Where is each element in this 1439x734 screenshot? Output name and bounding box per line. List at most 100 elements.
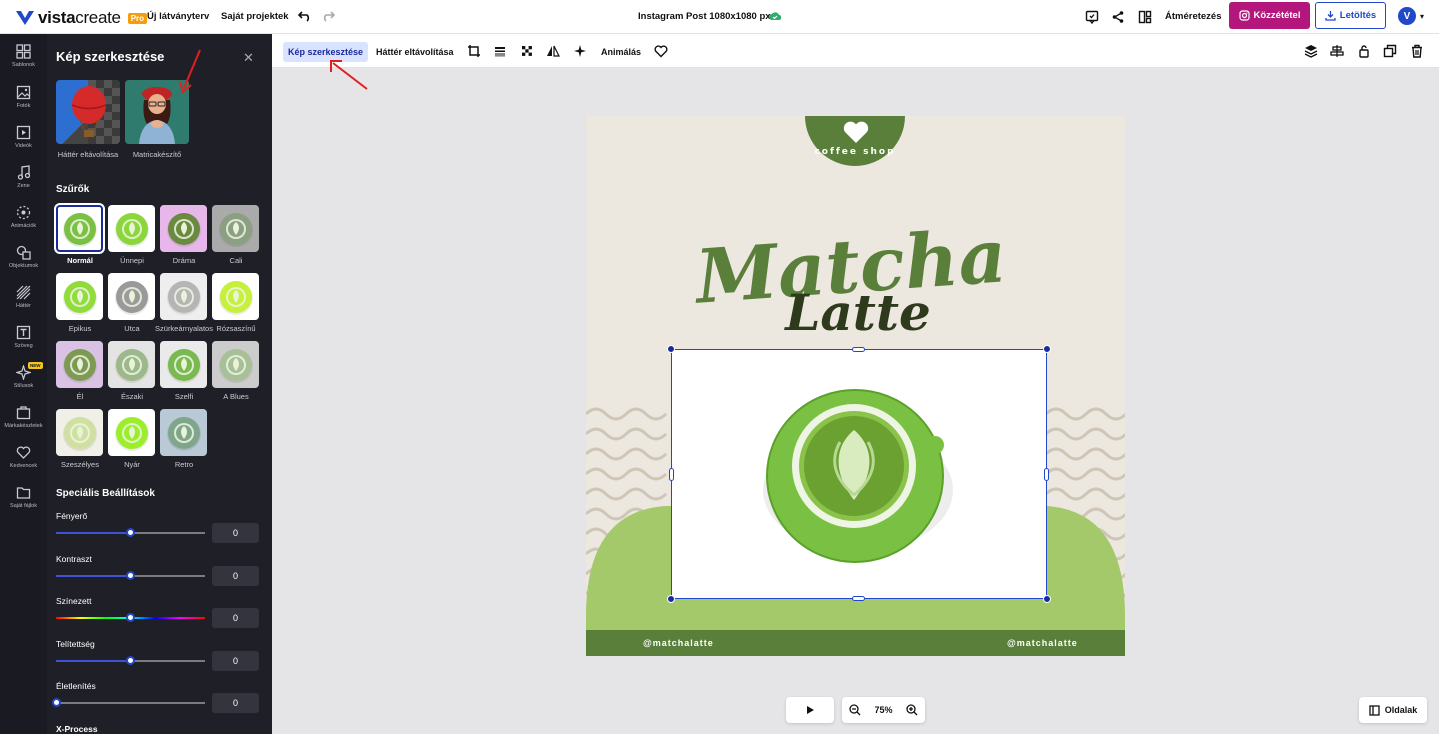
edit-image-button[interactable]: Kép szerkesztése <box>283 42 369 62</box>
filter-12[interactable] <box>56 409 103 456</box>
sticker-maker-tool[interactable] <box>125 80 189 144</box>
document-title[interactable]: Instagram Post 1080x1080 px <box>638 11 771 22</box>
slider-value-input[interactable]: 0 <box>212 523 259 543</box>
filter-10[interactable] <box>160 341 207 388</box>
filter-9[interactable] <box>108 341 155 388</box>
filter-5[interactable] <box>108 273 155 320</box>
slider-track[interactable] <box>51 698 205 707</box>
resize-handle-right[interactable] <box>1044 468 1049 481</box>
slider-value-input[interactable]: 0 <box>212 565 259 586</box>
left-rail: Sablonok Fotók Videók Zene Animációk Obj… <box>0 34 47 734</box>
filter-8[interactable] <box>56 341 103 388</box>
resize-handle-left[interactable] <box>669 468 674 481</box>
rail-item-background[interactable]: Háttér <box>0 285 47 309</box>
slider-thumb[interactable] <box>126 655 135 665</box>
rail-item-favorites[interactable]: Kedvencek <box>0 445 47 469</box>
rail-item-text[interactable]: Szöveg <box>0 325 47 349</box>
share-icon[interactable] <box>1110 9 1126 25</box>
rail-item-music[interactable]: Zene <box>0 165 47 189</box>
user-avatar[interactable]: V <box>1398 7 1416 25</box>
background-icon <box>16 285 31 300</box>
filter-0[interactable] <box>54 203 105 254</box>
download-button[interactable]: Letöltés <box>1315 2 1386 29</box>
slider-track[interactable] <box>56 655 205 665</box>
instagram-handle-left: @matchalatte <box>643 638 714 648</box>
lock-icon[interactable] <box>1357 44 1371 58</box>
edit-image-panel: Kép szerkesztése ✕ Háttér eltávolítása M… <box>47 34 272 734</box>
filter-11[interactable] <box>212 341 259 388</box>
rail-label: Stílusok <box>13 383 34 389</box>
resize-handle-top-left[interactable] <box>667 345 675 353</box>
align-icon[interactable] <box>1330 44 1344 58</box>
favorite-heart-icon[interactable] <box>654 44 668 58</box>
slider-track[interactable] <box>56 570 205 580</box>
slider-label: Életlenítés <box>56 681 96 691</box>
comment-icon[interactable] <box>1084 9 1100 25</box>
delete-icon[interactable] <box>1410 44 1424 58</box>
filter-4[interactable] <box>56 273 103 320</box>
pages-label: Oldalak <box>1384 705 1418 715</box>
close-icon[interactable]: ✕ <box>243 50 254 66</box>
crop-icon[interactable] <box>467 44 481 58</box>
zoom-level[interactable]: 75% <box>874 705 892 715</box>
slider-thumb[interactable] <box>126 613 135 622</box>
slider-value-input[interactable]: 0 <box>212 608 259 628</box>
rail-item-my-files[interactable]: Saját fájlok <box>0 485 47 509</box>
checkerboard-icon[interactable] <box>520 44 534 58</box>
slider-track[interactable] <box>56 528 205 537</box>
slider-value-input[interactable]: 0 <box>212 650 259 671</box>
resize-handle-bottom-left[interactable] <box>667 595 675 603</box>
animate-button[interactable]: Animálás <box>596 42 646 62</box>
resize-button[interactable]: Átméretezés <box>1165 11 1222 22</box>
rail-item-brand-kits[interactable]: Márkakészletek <box>0 405 47 429</box>
resize-handle-bottom-right[interactable] <box>1043 595 1051 603</box>
slider-thumb[interactable] <box>126 570 135 580</box>
rail-item-videos[interactable]: Videók <box>0 125 47 149</box>
zoom-out-icon[interactable] <box>849 704 861 716</box>
my-projects-link[interactable]: Saját projektek <box>221 11 289 22</box>
slider-fill <box>56 532 131 534</box>
transparency-lines-icon[interactable] <box>493 44 507 58</box>
filter-14[interactable] <box>160 409 207 456</box>
magic-sparkle-icon[interactable] <box>573 44 587 58</box>
layout-icon[interactable] <box>1137 9 1153 25</box>
flip-icon[interactable] <box>546 44 560 58</box>
remove-background-button[interactable]: Háttér eltávolítása <box>371 42 459 62</box>
rail-label: Animációk <box>10 223 37 229</box>
slider-track[interactable] <box>56 613 205 622</box>
publish-button[interactable]: Közzététel <box>1229 2 1310 29</box>
selected-image-frame[interactable] <box>671 349 1047 599</box>
instagram-handle-right: @matchalatte <box>1007 638 1078 648</box>
remove-background-tool[interactable] <box>56 80 120 144</box>
resize-handle-bottom[interactable] <box>852 596 865 601</box>
slider-value-input[interactable]: 0 <box>212 693 259 713</box>
rail-item-animations[interactable]: Animációk <box>0 205 47 229</box>
undo-icon[interactable] <box>298 10 312 24</box>
filter-1[interactable] <box>108 205 155 252</box>
pages-button[interactable]: Oldalak <box>1359 697 1427 723</box>
new-design-link[interactable]: Új látványterv <box>147 11 209 22</box>
play-button[interactable] <box>786 697 834 723</box>
rail-item-objects[interactable]: Objektumok <box>0 245 47 269</box>
filter-13[interactable] <box>108 409 155 456</box>
filter-6[interactable] <box>160 273 207 320</box>
zoom-in-icon[interactable] <box>906 704 918 716</box>
rail-item-photos[interactable]: Fotók <box>0 85 47 109</box>
filter-7[interactable] <box>212 273 259 320</box>
resize-handle-top-right[interactable] <box>1043 345 1051 353</box>
resize-handle-top[interactable] <box>852 347 865 352</box>
balloon-image <box>71 80 120 144</box>
filter-2[interactable] <box>160 205 207 252</box>
redo-icon[interactable] <box>321 10 335 24</box>
rail-item-templates[interactable]: Sablonok <box>0 44 47 68</box>
slider-thumb[interactable] <box>51 698 61 707</box>
filter-3[interactable] <box>212 205 259 252</box>
duplicate-icon[interactable] <box>1383 44 1397 58</box>
vistacreate-logo[interactable]: vistacreate Pro <box>16 8 148 28</box>
slider-thumb[interactable] <box>126 528 135 537</box>
chevron-down-icon[interactable]: ▾ <box>1420 12 1424 21</box>
remove-background-label: Háttér eltávolítása <box>57 150 119 159</box>
rail-item-styles[interactable]: NEW Stílusok <box>0 362 47 389</box>
slider-label: Telítettség <box>56 638 95 649</box>
layers-icon[interactable] <box>1304 44 1318 58</box>
